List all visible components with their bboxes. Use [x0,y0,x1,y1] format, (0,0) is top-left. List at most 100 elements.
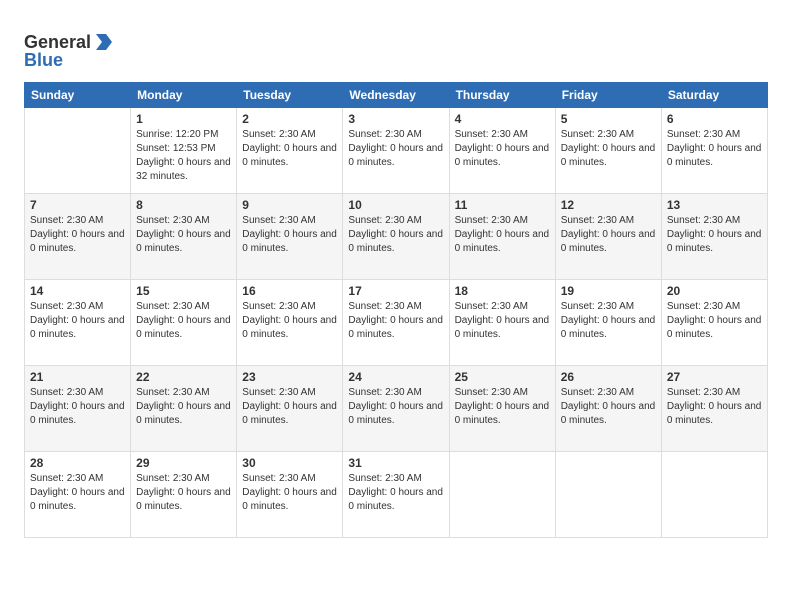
svg-text:General: General [24,32,91,52]
day-number: 26 [561,370,656,384]
calendar-cell: 13Sunset: 2:30 AM Daylight: 0 hours and … [661,194,767,280]
day-number: 16 [242,284,337,298]
calendar-cell: 29 Sunset: 2:30 AM Daylight: 0 hours and … [131,452,237,538]
day-number: 18 [455,284,550,298]
header: General Blue [24,18,768,74]
day-info: Sunset: 2:30 AM Daylight: 0 hours and 0 … [348,300,443,342]
day-number: 11 [455,198,550,212]
calendar-header-row: SundayMondayTuesdayWednesdayThursdayFrid… [25,83,768,108]
calendar-cell: 12 Sunset: 2:30 AM Daylight: 0 hours and … [555,194,661,280]
calendar-cell: 27 Sunset: 2:30 AM Daylight: 0 hours and … [661,366,767,452]
day-info: Sunset: 2:30 AM Daylight: 0 hours and 0 … [348,128,443,170]
day-number: 19 [561,284,656,298]
day-number: 23 [242,370,337,384]
day-info: Sunset: 2:30 AM Daylight: 0 hours and 0 … [136,472,231,514]
calendar-cell: 25 Sunset: 2:30 AM Daylight: 0 hours and … [449,366,555,452]
day-number: 12 [561,198,656,212]
calendar-week-row: 21 Sunset: 2:30 AM Daylight: 0 hours and … [25,366,768,452]
day-number: 25 [455,370,550,384]
calendar-week-row: 28Sunset: 2:30 AM Daylight: 0 hours and … [25,452,768,538]
day-info: Sunset: 2:30 AM Daylight: 0 hours and 0 … [242,214,337,256]
weekday-header-thursday: Thursday [449,83,555,108]
day-number: 14 [30,284,125,298]
day-number: 9 [242,198,337,212]
day-number: 2 [242,112,337,126]
day-number: 31 [348,456,443,470]
day-info: Sunset: 2:30 AM Daylight: 0 hours and 0 … [242,386,337,428]
weekday-header-wednesday: Wednesday [343,83,449,108]
day-number: 24 [348,370,443,384]
day-info: Sunset: 2:30 AM Daylight: 0 hours and 0 … [667,214,762,256]
day-number: 20 [667,284,762,298]
day-info: Sunset: 2:30 AM Daylight: 0 hours and 0 … [30,472,125,514]
calendar-cell: 23 Sunset: 2:30 AM Daylight: 0 hours and … [237,366,343,452]
svg-text:Blue: Blue [24,50,63,70]
calendar-week-row: 14 Sunset: 2:30 AM Daylight: 0 hours and … [25,280,768,366]
calendar-cell: 18Sunset: 2:30 AM Daylight: 0 hours and … [449,280,555,366]
calendar-cell: 9 Sunset: 2:30 AM Daylight: 0 hours and 0… [237,194,343,280]
calendar-cell: 10Sunset: 2:30 AM Daylight: 0 hours and … [343,194,449,280]
day-number: 17 [348,284,443,298]
day-info: Sunset: 2:30 AM Daylight: 0 hours and 0 … [136,386,231,428]
day-info: Sunset: 2:30 AM Daylight: 0 hours and 0 … [667,386,762,428]
day-info: Sunset: 2:30 AM Daylight: 0 hours and 0 … [561,128,656,170]
day-info: Sunset: 2:30 AM Daylight: 0 hours and 0 … [136,300,231,342]
day-number: 5 [561,112,656,126]
day-info: Sunset: 2:30 AM Daylight: 0 hours and 0 … [455,128,550,170]
calendar-cell: 8 Sunset: 2:30 AM Daylight: 0 hours and 0… [131,194,237,280]
calendar-cell: 19Sunset: 2:30 AM Daylight: 0 hours and … [555,280,661,366]
calendar-week-row: 1 Sunrise: 12:20 PM Sunset: 12:53 PM Dayl… [25,108,768,194]
calendar-table: SundayMondayTuesdayWednesdayThursdayFrid… [24,82,768,538]
weekday-header-tuesday: Tuesday [237,83,343,108]
calendar-cell: 2Sunset: 2:30 AM Daylight: 0 hours and 0… [237,108,343,194]
calendar-cell: 17 Sunset: 2:30 AM Daylight: 0 hours and … [343,280,449,366]
day-number: 21 [30,370,125,384]
weekday-header-sunday: Sunday [25,83,131,108]
day-info: Sunset: 2:30 AM Daylight: 0 hours and 0 … [455,386,550,428]
day-info: Sunset: 2:30 AM Daylight: 0 hours and 0 … [242,300,337,342]
day-number: 4 [455,112,550,126]
logo-svg: General Blue [24,22,134,74]
day-info: Sunset: 2:30 AM Daylight: 0 hours and 0 … [561,214,656,256]
day-info: Sunset: 2:30 AM Daylight: 0 hours and 0 … [348,472,443,514]
calendar-cell [555,452,661,538]
day-number: 30 [242,456,337,470]
day-info: Sunset: 2:30 AM Daylight: 0 hours and 0 … [30,300,125,342]
calendar-cell: 21Sunset: 2:30 AM Daylight: 0 hours and … [25,366,131,452]
day-info: Sunset: 2:30 AM Daylight: 0 hours and 0 … [348,386,443,428]
weekday-header-friday: Friday [555,83,661,108]
day-number: 27 [667,370,762,384]
day-info: Sunrise: 12:20 PM Sunset: 12:53 PM Dayli… [136,128,231,184]
day-info: Sunset: 2:30 AM Daylight: 0 hours and 0 … [455,214,550,256]
calendar-cell: 20 Sunset: 2:30 AM Daylight: 0 hours and … [661,280,767,366]
calendar-cell: 26 Sunset: 2:30 AM Daylight: 0 hours and … [555,366,661,452]
day-info: Sunset: 2:30 AM Daylight: 0 hours and 0 … [561,386,656,428]
calendar-cell: 1 Sunrise: 12:20 PM Sunset: 12:53 PM Dayl… [131,108,237,194]
calendar-cell: 5 Sunset: 2:30 AM Daylight: 0 hours and 0… [555,108,661,194]
day-number: 7 [30,198,125,212]
day-info: Sunset: 2:30 AM Daylight: 0 hours and 0 … [667,128,762,170]
calendar-cell: 31 Sunset: 2:30 AM Daylight: 0 hours and … [343,452,449,538]
calendar-cell: 3 Sunset: 2:30 AM Daylight: 0 hours and 0… [343,108,449,194]
page: General Blue SundayMondayTuesdayWednesda… [0,0,792,612]
day-number: 1 [136,112,231,126]
calendar-cell: 7Sunset: 2:30 AM Daylight: 0 hours and 0… [25,194,131,280]
day-info: Sunset: 2:30 AM Daylight: 0 hours and 0 … [348,214,443,256]
calendar-cell [449,452,555,538]
calendar-cell [25,108,131,194]
day-number: 3 [348,112,443,126]
weekday-header-monday: Monday [131,83,237,108]
calendar-cell [661,452,767,538]
day-number: 8 [136,198,231,212]
day-info: Sunset: 2:30 AM Daylight: 0 hours and 0 … [136,214,231,256]
day-number: 29 [136,456,231,470]
calendar-cell: 15Sunset: 2:30 AM Daylight: 0 hours and … [131,280,237,366]
day-number: 22 [136,370,231,384]
calendar-cell: 14 Sunset: 2:30 AM Daylight: 0 hours and … [25,280,131,366]
calendar-week-row: 7 Sunset: 2:30 AM Daylight: 0 hours and 0… [25,194,768,280]
calendar-cell: 11 Sunset: 2:30 AM Daylight: 0 hours and … [449,194,555,280]
weekday-header-saturday: Saturday [661,83,767,108]
day-number: 6 [667,112,762,126]
day-info: Sunset: 2:30 AM Daylight: 0 hours and 0 … [667,300,762,342]
calendar-cell: 22 Sunset: 2:30 AM Daylight: 0 hours and … [131,366,237,452]
